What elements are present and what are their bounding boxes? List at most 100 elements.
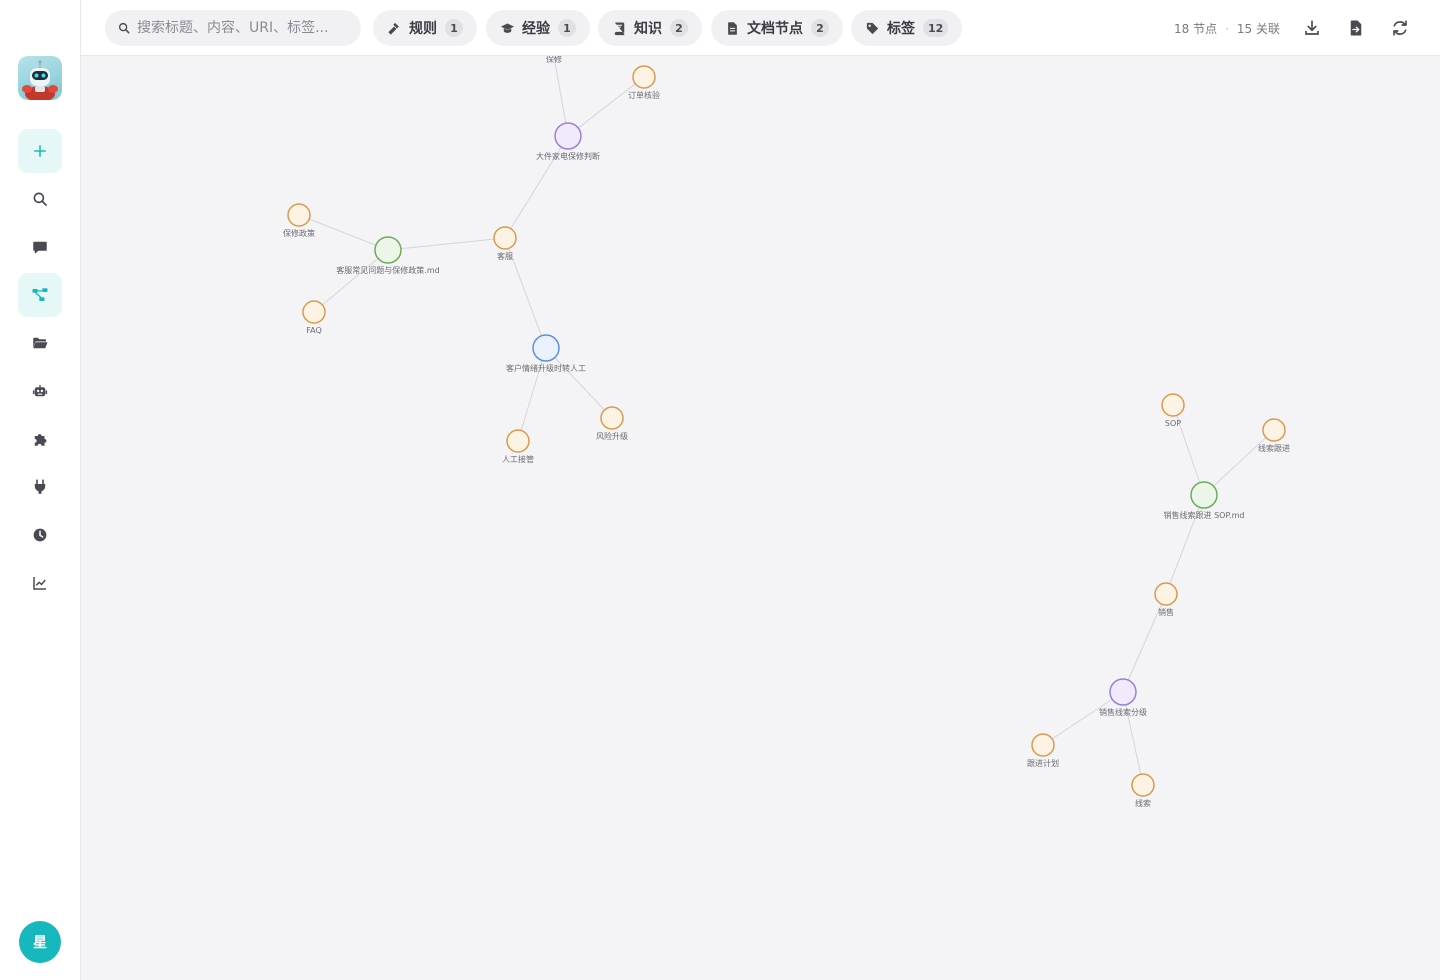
filter-chip-doc-nodes[interactable]: 文档节点 2 xyxy=(711,10,843,46)
search-box[interactable] xyxy=(105,10,361,46)
graph-node-label: 大件家电保修判断 xyxy=(536,151,600,161)
graph-node-xiaoshoufj[interactable]: 销售线索分级 xyxy=(1099,678,1147,717)
graph-node-circle[interactable] xyxy=(554,122,582,150)
graduation-cap-icon xyxy=(500,23,515,33)
filter-chip-label: 经验 xyxy=(522,21,550,37)
graph-node-circle[interactable] xyxy=(1131,773,1155,797)
graph-node-circle[interactable] xyxy=(374,236,402,264)
robot-icon xyxy=(32,385,48,397)
user-avatar[interactable]: 星 xyxy=(19,921,61,963)
stats-separator: · xyxy=(1225,22,1229,36)
sidebar-item-analytics[interactable] xyxy=(18,561,62,605)
graph-node-baoxiuzc[interactable]: 保修政策 xyxy=(283,203,315,238)
graph-node-fengxian[interactable]: 风险升级 xyxy=(596,406,628,441)
graph-node-circle[interactable] xyxy=(1109,678,1137,706)
filter-chip-count: 1 xyxy=(445,19,463,37)
export-file-icon xyxy=(1350,20,1362,36)
topbar: 规则 1 经验 1 知识 2 文档节点 2 标签 12 18 节点 · 15 关联 xyxy=(81,0,1440,56)
clock-icon xyxy=(33,528,47,542)
graph-node-label: 订单核验 xyxy=(628,90,660,100)
sidebar-item-folders[interactable] xyxy=(18,321,62,365)
graph-node-circle[interactable] xyxy=(532,334,560,362)
filter-chip-label: 标签 xyxy=(887,21,915,37)
graph-node-dajian[interactable]: 大件家电保修判断 xyxy=(536,122,600,161)
filter-chip-tags[interactable]: 标签 12 xyxy=(851,10,963,46)
graph-node-circle[interactable] xyxy=(600,406,624,430)
download-button[interactable] xyxy=(1300,16,1324,40)
graph-node-faq[interactable]: FAQ xyxy=(302,300,326,335)
puzzle-icon xyxy=(34,434,47,446)
sidebar-item-search[interactable] xyxy=(18,177,62,221)
export-button[interactable] xyxy=(1344,16,1368,40)
graph-edge xyxy=(313,249,389,313)
graph-node-dingdan[interactable]: 订单核验 xyxy=(628,65,660,100)
graph-node-xiaoshou[interactable]: 销售 xyxy=(1154,582,1178,617)
plug-icon xyxy=(34,479,46,494)
refresh-icon xyxy=(1393,20,1407,36)
filter-chip-knowledge[interactable]: 知识 2 xyxy=(598,10,702,46)
graph-node-circle[interactable] xyxy=(632,65,656,89)
file-icon xyxy=(728,21,737,35)
graph-canvas[interactable]: 保修订单核验大件家电保修判断保修政策客服常见问题与保修政策.md 客服 FAQ 客户情… xyxy=(81,56,1440,980)
filter-chip-experience[interactable]: 经验 1 xyxy=(486,10,590,46)
graph-node-label: 风险升级 xyxy=(596,431,628,441)
sidebar-item-history[interactable] xyxy=(18,513,62,557)
sidebar-item-chat[interactable] xyxy=(18,225,62,269)
graph-node-circle[interactable] xyxy=(302,300,326,324)
graph-node-sop[interactable]: SOP xyxy=(1161,393,1185,428)
new-button[interactable] xyxy=(18,129,62,173)
node-count: 18 节点 xyxy=(1174,22,1218,36)
knowledge-graph[interactable]: 保修订单核验大件家电保修判断保修政策客服常见问题与保修政策.md 客服 FAQ 客户情… xyxy=(81,56,1440,980)
edge-count: 15 关联 xyxy=(1236,22,1281,36)
graph-node-xiansuo[interactable]: 线索 xyxy=(1131,773,1155,808)
graph-node-label: 保修政策 xyxy=(283,228,315,238)
refresh-button[interactable] xyxy=(1388,16,1412,40)
graph-node-label: 跟进计划 xyxy=(1027,758,1059,768)
graph-node-label: 客户情绪升级时转人工 xyxy=(506,363,586,373)
graph-node-xiansuogj[interactable]: 线索跟进 xyxy=(1258,418,1290,453)
graph-edge xyxy=(1042,691,1124,746)
graph-edge xyxy=(517,347,547,442)
tag-icon xyxy=(866,22,879,34)
graph-node-circle[interactable] xyxy=(287,203,311,227)
graph-node-circle[interactable] xyxy=(493,226,517,250)
sidebar-item-graph[interactable] xyxy=(18,273,62,317)
search-input[interactable] xyxy=(137,20,357,36)
graph-node-kehu[interactable]: 客户情绪升级时转人工 xyxy=(506,334,586,373)
sidebar-item-connectors[interactable] xyxy=(18,465,62,509)
graph-node-kefu[interactable]: 客服 xyxy=(493,226,517,261)
sidebar-item-agents[interactable] xyxy=(18,369,62,413)
graph-node-label: 客服 xyxy=(497,251,513,261)
graph-node-label: 人工接管 xyxy=(502,454,534,464)
sidebar-item-plugins[interactable] xyxy=(18,417,62,461)
filter-chip-count: 12 xyxy=(923,19,949,37)
graph-edge xyxy=(1165,494,1205,595)
graph-edge xyxy=(1203,429,1275,496)
robot-logo-icon xyxy=(22,60,58,100)
graph-node-xiaoshousop[interactable]: 销售线索跟进 SOP.md xyxy=(1164,481,1245,520)
graph-stats: 18 节点 · 15 关联 xyxy=(1174,20,1280,37)
graph-node-kefuwenti[interactable]: 客服常见问题与保修政策.md xyxy=(336,236,440,275)
graph-node-label: FAQ xyxy=(306,326,322,335)
robot-logo xyxy=(18,56,62,100)
graph-node-label: 线索 xyxy=(1135,798,1151,808)
search-icon xyxy=(118,22,130,34)
gavel-icon xyxy=(388,22,399,35)
graph-node-baoxiu[interactable]: 保修 xyxy=(546,56,562,64)
graph-edge xyxy=(567,76,645,137)
graph-node-circle[interactable] xyxy=(1031,733,1055,757)
graph-node-circle[interactable] xyxy=(1161,393,1185,417)
graph-node-label: 销售线索跟进 SOP.md xyxy=(1164,510,1245,520)
filter-chip-label: 规则 xyxy=(409,21,437,37)
graph-node-circle[interactable] xyxy=(1262,418,1286,442)
graph-node-rengong[interactable]: 人工接管 xyxy=(502,429,534,464)
graph-node-label: 线索跟进 xyxy=(1258,443,1290,453)
graph-node-circle[interactable] xyxy=(1154,582,1178,606)
graph-node-genjin[interactable]: 跟进计划 xyxy=(1027,733,1059,768)
graph-node-label: 保修 xyxy=(546,56,562,64)
graph-node-circle[interactable] xyxy=(1190,481,1218,509)
graph-edge xyxy=(387,237,506,251)
filter-chip-rules[interactable]: 规则 1 xyxy=(373,10,477,46)
graph-node-circle[interactable] xyxy=(506,429,530,453)
graph-node-label: 销售线索分级 xyxy=(1099,707,1147,717)
